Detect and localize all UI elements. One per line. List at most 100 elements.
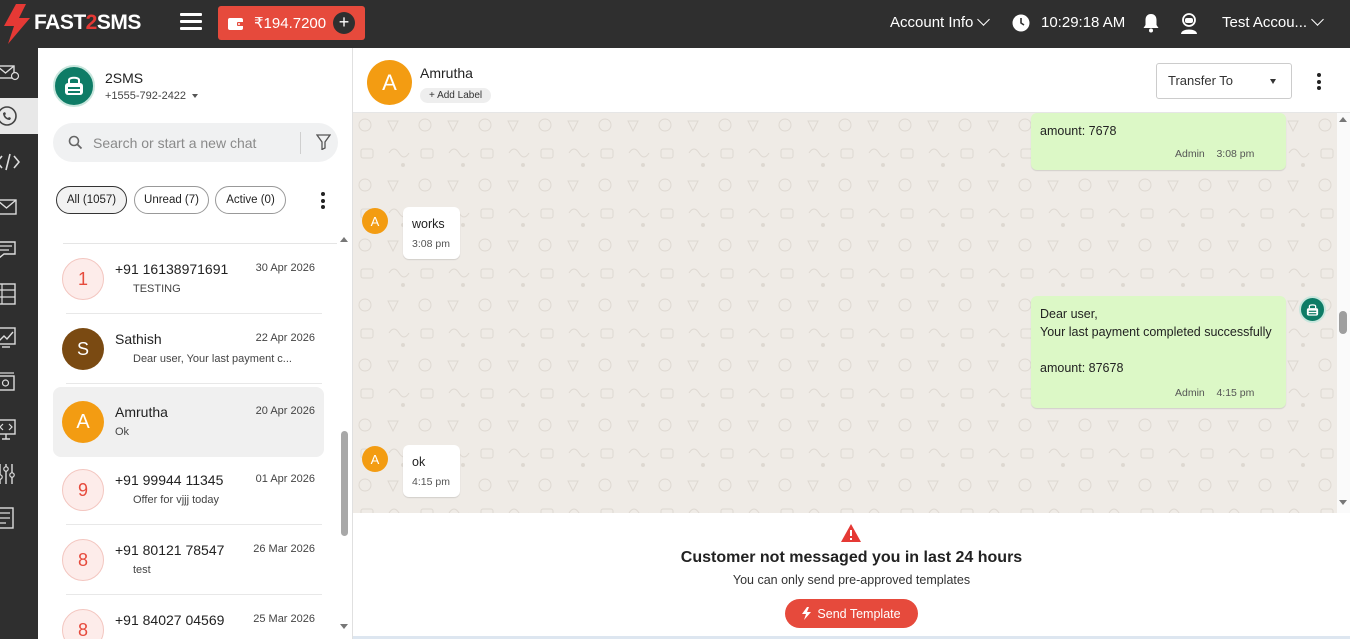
incoming-message: ok 4:15 pm	[403, 445, 460, 497]
caret-down-icon	[192, 94, 199, 98]
contact-avatar[interactable]: A	[367, 60, 412, 105]
add-label-text: Add Label	[437, 90, 483, 101]
contact-name: +91 84027 04569	[115, 612, 225, 628]
business-account-name: 2SMS	[105, 70, 144, 86]
analytics-icon	[0, 327, 16, 348]
add-label-button[interactable]: + Add Label	[420, 88, 492, 103]
message-time: 3:08 pm	[1216, 148, 1255, 160]
sidebar-item-developer-api[interactable]	[0, 144, 38, 180]
filter-chip-all[interactable]: All (1057)	[56, 186, 127, 214]
wallet-balance-button[interactable]: ₹194.7200 +	[218, 6, 365, 40]
transfer-to-select[interactable]: Transfer To	[1156, 63, 1292, 99]
contact-name: +91 16138971691	[115, 261, 229, 277]
sidebar-item-settings[interactable]	[0, 456, 38, 492]
chat-search-box	[53, 123, 338, 162]
account-info-label: Account Info	[890, 14, 974, 31]
chat-list-scrollbar[interactable]	[341, 431, 348, 536]
bot-icon	[1306, 303, 1319, 316]
contact-name: +91 99944 11345	[115, 472, 224, 488]
sidebar-item-mail-settings[interactable]	[0, 54, 38, 90]
conversation-date: 01 Apr 2026	[255, 473, 315, 485]
conversation-item[interactable]: 1 +91 16138971691 30 Apr 2026 TESTING	[53, 244, 324, 314]
conversation-item[interactable]: 8 +91 84027 04569 25 Mar 2026	[53, 595, 324, 639]
contact-avatar: 1	[62, 258, 104, 300]
current-time: 10:29:18 AM	[1041, 14, 1126, 31]
message-text: ok	[412, 455, 426, 469]
contact-avatar: A	[62, 401, 104, 443]
message-scroll-up-icon[interactable]	[1339, 117, 1347, 122]
business-account-avatar	[53, 65, 95, 107]
sidebar-item-email[interactable]	[0, 189, 38, 225]
brand-name: FAST2SMS	[34, 11, 141, 34]
billing-icon	[0, 507, 14, 529]
message-text: Dear user,	[1040, 307, 1098, 321]
notice-title: Customer not messaged you in last 24 hou…	[680, 549, 1023, 566]
wallet-icon	[228, 18, 244, 30]
account-info-dropdown[interactable]: Account Info	[890, 13, 991, 31]
message-text: Your last payment completed successfully	[1040, 325, 1272, 339]
whatsapp-icon	[0, 106, 17, 126]
last-message-preview: TESTING	[133, 283, 181, 295]
chat-list-panel: 2SMS +1555-792-2422 All (1057) Unread (7…	[38, 48, 353, 639]
last-message-preview: Ok	[115, 426, 130, 438]
outgoing-message: Dear user, Your last payment completed s…	[1031, 296, 1286, 408]
conversation-item[interactable]: S Sathish 22 Apr 2026 Dear user, Your la…	[53, 314, 324, 384]
message-time: 4:15 pm	[1216, 387, 1255, 399]
filter-chip-unread[interactable]: Unread (7)	[134, 186, 209, 214]
sidebar-item-payments[interactable]	[0, 364, 38, 400]
send-template-label: Send Template	[817, 606, 901, 621]
menu-toggle-icon[interactable]	[180, 13, 202, 33]
brand-logo[interactable]: FAST2SMS	[0, 0, 150, 48]
add-balance-icon[interactable]: +	[333, 12, 355, 34]
last-message-preview: Offer for vjjj today	[133, 494, 219, 506]
sidebar-rail	[0, 48, 38, 639]
notice-subtitle: You can only send pre-approved templates	[732, 573, 971, 587]
conversation-more-icon[interactable]	[1317, 73, 1321, 93]
sidebar-item-server[interactable]	[0, 276, 38, 312]
message-thread: amount: 7678 Admin 3:08 pm A works 3:08 …	[353, 113, 1337, 513]
mail-settings-icon	[0, 65, 20, 81]
bolt-icon	[802, 607, 812, 620]
plus-icon: +	[429, 90, 438, 101]
contact-name: +91 80121 78547	[115, 542, 225, 558]
filter-icon[interactable]	[316, 134, 331, 150]
message-scroll-down-icon[interactable]	[1339, 500, 1347, 505]
message-time: 4:15 pm	[412, 476, 450, 488]
list-scroll-up-icon[interactable]	[340, 237, 348, 242]
sidebar-item-analytics[interactable]	[0, 320, 38, 356]
filter-chip-active[interactable]: Active (0)	[215, 186, 286, 214]
chat-list-more-icon[interactable]	[321, 192, 325, 212]
sidebar-item-chat[interactable]	[0, 232, 38, 268]
conversation-date: 26 Mar 2026	[253, 543, 315, 555]
message-sender: Admin	[1175, 387, 1205, 399]
bot-icon	[65, 76, 83, 95]
message-text: amount: 87678	[1040, 361, 1124, 375]
send-template-button[interactable]: Send Template	[785, 599, 918, 628]
message-scrollbar[interactable]	[1339, 311, 1347, 334]
contact-avatar: 9	[62, 469, 104, 511]
contact-avatar: 8	[62, 539, 104, 581]
business-phone-number: +1555-792-2422	[105, 90, 187, 102]
contact-avatar: S	[62, 328, 104, 370]
message-meta: Admin 3:08 pm	[1175, 148, 1254, 160]
chat-search-input[interactable]	[93, 132, 283, 154]
list-scroll-down-icon[interactable]	[340, 624, 348, 629]
sidebar-item-dev-monitor[interactable]	[0, 412, 38, 448]
sidebar-item-whatsapp[interactable]	[0, 98, 38, 134]
notification-bell-icon[interactable]	[1142, 13, 1160, 33]
envelope-icon	[0, 199, 17, 215]
conversation-item[interactable]: 8 +91 80121 78547 26 Mar 2026 test	[53, 525, 324, 595]
search-icon	[68, 135, 83, 150]
business-phone-dropdown[interactable]: +1555-792-2422	[105, 90, 199, 102]
sidebar-item-billing[interactable]	[0, 500, 38, 536]
user-account-dropdown[interactable]: Test Accou...	[1222, 13, 1324, 31]
bot-sender-avatar	[1299, 296, 1326, 323]
support-agent-icon[interactable]	[1179, 12, 1199, 34]
contact-name: Amrutha	[115, 404, 168, 420]
last-message-preview: test	[133, 564, 151, 576]
wallet-amount: ₹194.7200	[254, 15, 327, 32]
conversation-date: 25 Mar 2026	[253, 613, 315, 625]
conversation-date: 20 Apr 2026	[255, 405, 315, 417]
conversation-item[interactable]: 9 +91 99944 11345 01 Apr 2026 Offer for …	[53, 455, 324, 525]
conversation-item-selected[interactable]: A Amrutha 20 Apr 2026 Ok	[53, 387, 324, 457]
